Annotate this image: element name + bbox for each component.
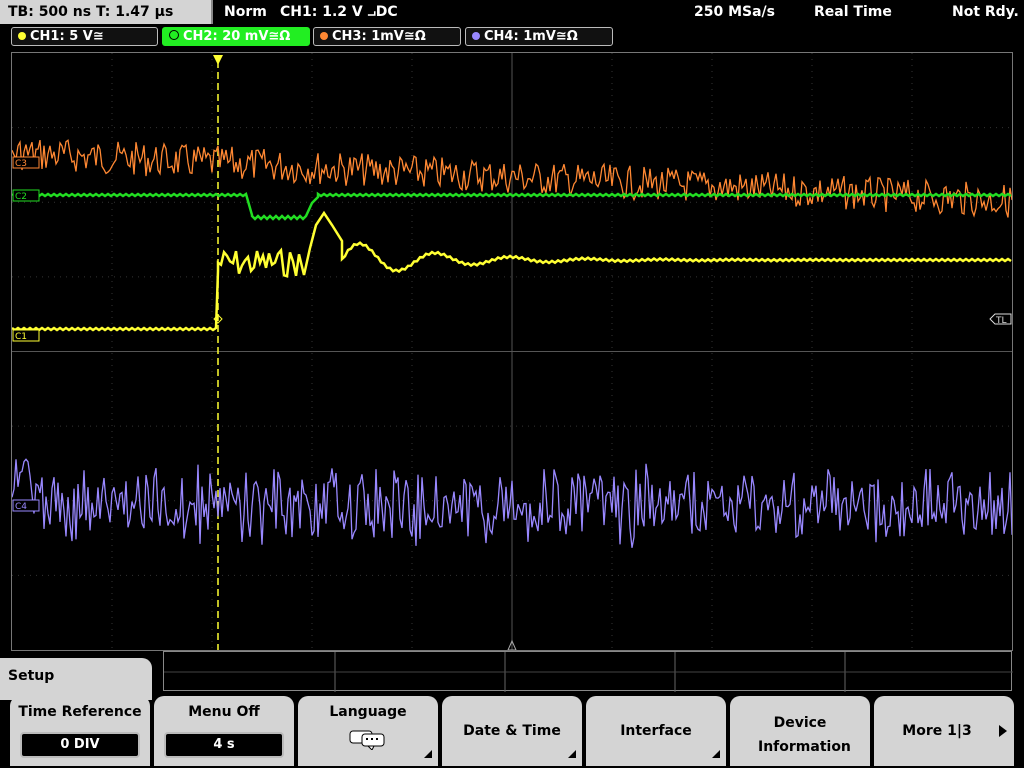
channel-tab-ch3-label: CH3: 1mV≅Ω [332,29,426,44]
interface-softkey[interactable]: Interface [586,696,726,766]
interface-label: Interface [620,723,692,739]
acquisition-mode[interactable]: Real Time [814,3,892,21]
channel-tab-ch4-label: CH4: 1mV≅Ω [484,29,578,44]
date-time-label: Date & Time [463,723,561,739]
ch2-marker-label: C2 [15,192,27,202]
graticule [12,53,1012,650]
language-softkey[interactable]: Language [298,696,438,766]
ch1-offset-marker[interactable]: C1 [12,329,40,342]
time-reference-value[interactable]: 0 DIV [20,732,140,758]
ch2-color-icon [169,30,179,40]
sample-rate: 250 MSa/s [694,4,776,20]
trigger-level-label: TL [995,316,1007,326]
ch3-offset-marker[interactable]: C3 [12,156,40,169]
speech-bubble-icon [349,730,385,750]
channel-tab-ch2[interactable]: CH2: 20 mV≅Ω [162,27,310,46]
menu-off-value[interactable]: 4 s [164,732,284,758]
measurement-table [163,651,1013,692]
device-information-softkey[interactable]: Device Information [730,696,870,766]
date-time-softkey[interactable]: Date & Time [442,696,582,766]
submenu-indicator-icon [424,750,432,758]
more-label: More 1|3 [902,723,972,739]
ch4-offset-marker[interactable]: C4 [12,499,40,512]
submenu-indicator-icon [568,750,576,758]
device-information-label: Device Information [758,715,851,755]
measurement-table-grid [164,652,1013,692]
language-label: Language [329,704,407,720]
ch3-marker-label: C3 [15,159,27,169]
waveform-display[interactable]: C1 C2 C3 C4 TL [11,52,1013,651]
ch1-color-icon [18,32,26,40]
menu-title: Setup [0,658,152,700]
trigger-marker-icon[interactable] [213,55,223,65]
ch4-marker-label: C4 [15,502,27,512]
channel-tab-ch1[interactable]: CH1: 5 V≅ [11,27,158,46]
channel-tab-ch2-label: CH2: 20 mV≅Ω [183,29,291,44]
waveform-canvas: C1 C2 C3 C4 TL [12,53,1012,650]
channel-tab-ch3[interactable]: CH3: 1mV≅Ω [313,27,461,46]
trigger-mode[interactable]: Norm [224,3,267,21]
submenu-indicator-icon [712,750,720,758]
menu-off-label: Menu Off [188,704,260,720]
more-softkey[interactable]: More 1|3 [874,696,1014,766]
trigger-level-marker[interactable]: TL [989,313,1012,326]
ch3-color-icon [320,32,328,40]
time-reference-label: Time Reference [18,704,142,720]
ch1-marker-label: C1 [15,332,27,342]
timebase-readout[interactable]: TB: 500 ns T: 1.47 µs [0,0,213,24]
trigger-info[interactable]: CH1: 1.2 V ⨼DC [280,3,398,21]
channel-tab-ch4[interactable]: CH4: 1mV≅Ω [465,27,613,46]
ch2-offset-marker[interactable]: C2 [12,189,40,202]
menu-off-softkey[interactable]: Menu Off 4 s [154,696,294,766]
trigger-state: Not Rdy. [952,4,1019,20]
arrow-right-icon [999,725,1007,737]
channel-tab-ch1-label: CH1: 5 V≅ [30,29,104,44]
ch4-color-icon [472,32,480,40]
time-reference-softkey[interactable]: Time Reference 0 DIV [10,696,150,766]
